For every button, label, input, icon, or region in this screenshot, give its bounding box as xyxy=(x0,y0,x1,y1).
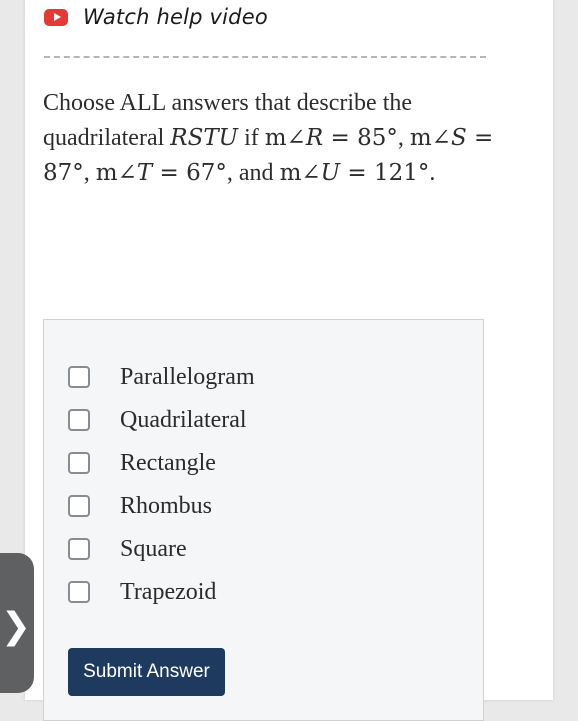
option-label: Rectangle xyxy=(120,449,216,476)
checkbox[interactable] xyxy=(68,409,90,431)
help-video-label: Watch help video xyxy=(83,5,268,29)
checkbox[interactable] xyxy=(68,452,90,474)
option-quadrilateral[interactable]: Quadrilateral xyxy=(68,405,247,435)
question-connector: if xyxy=(244,125,259,151)
question-text: Choose ALL answers that describe the qua… xyxy=(43,90,494,186)
option-label: Square xyxy=(120,535,187,562)
option-square[interactable]: Square xyxy=(68,534,187,564)
option-rectangle[interactable]: Rectangle xyxy=(68,448,216,478)
angle-u: m∠U = 121° xyxy=(279,160,430,186)
answer-options-panel: Parallelogram Quadrilateral Rectangle Rh… xyxy=(43,319,484,721)
angle-r: m∠R = 85° xyxy=(264,125,398,151)
option-label: Trapezoid xyxy=(120,578,217,605)
option-rhombus[interactable]: Rhombus xyxy=(68,491,212,521)
checkbox[interactable] xyxy=(68,538,90,560)
option-label: Parallelogram xyxy=(120,363,255,390)
option-label: Rhombus xyxy=(120,492,213,519)
figure-name: RSTU xyxy=(170,125,239,151)
submit-answer-button[interactable]: Submit Answer xyxy=(68,648,225,696)
angle-t: m∠T = 67° xyxy=(95,160,227,186)
chevron-right-icon: ❯ xyxy=(0,605,32,647)
option-label: Quadrilateral xyxy=(120,406,247,433)
checkbox[interactable] xyxy=(68,366,90,388)
divider xyxy=(44,56,486,58)
option-trapezoid[interactable]: Trapezoid xyxy=(68,577,216,607)
checkbox[interactable] xyxy=(68,495,90,517)
checkbox[interactable] xyxy=(68,581,90,603)
side-panel-toggle[interactable]: ❯ xyxy=(0,553,34,693)
option-parallelogram[interactable]: Parallelogram xyxy=(68,362,255,392)
youtube-play-icon xyxy=(44,8,68,26)
watch-help-video-link[interactable]: Watch help video xyxy=(44,4,268,30)
